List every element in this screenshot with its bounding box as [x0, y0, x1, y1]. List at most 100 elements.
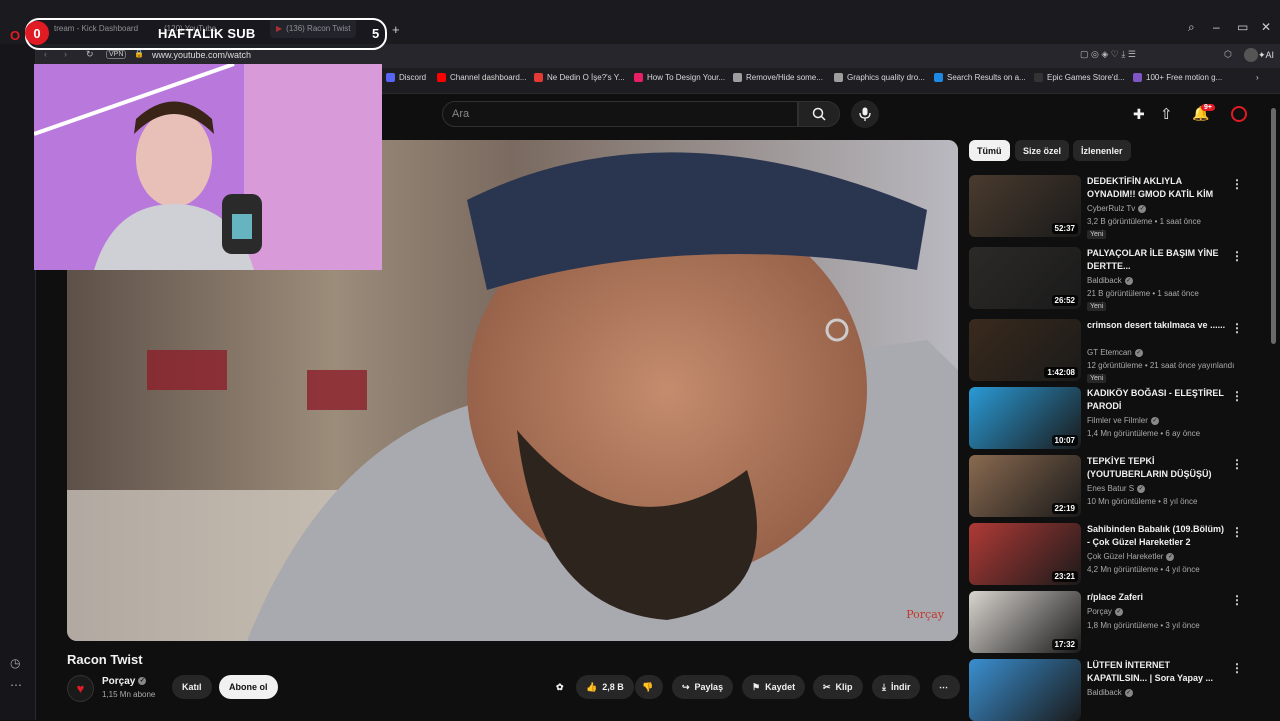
search-input[interactable]: [442, 101, 798, 127]
bookmark-item[interactable]: Epic Games Store'd...: [1034, 73, 1125, 82]
bookmarks-overflow-icon[interactable]: ›: [1256, 73, 1259, 82]
kebab-menu-icon[interactable]: ⋮: [1231, 321, 1243, 335]
reload-icon[interactable]: ↻: [86, 49, 94, 60]
bookmark-item[interactable]: Ne Dedin O İşe?'s Y...: [534, 73, 625, 82]
recommendation-channel[interactable]: Çok Güzel Hareketler ✓: [1087, 552, 1175, 561]
video-thumbnail[interactable]: [969, 659, 1081, 721]
forward-icon[interactable]: ›: [64, 49, 67, 59]
vpn-badge[interactable]: VPN: [106, 50, 127, 59]
like-button[interactable]: 👍 2,8 B: [576, 675, 634, 699]
recommendation-item[interactable]: 10:07 KADIKÖY BOĞASI - ELEŞTİREL PARODİ Fi…: [969, 387, 1249, 449]
more-actions-button[interactable]: ⋯: [932, 675, 960, 699]
video-duration: 26:52: [1051, 295, 1078, 306]
create-icon[interactable]: ✚: [1133, 106, 1145, 123]
channel-avatar[interactable]: ♥: [67, 675, 94, 702]
back-icon[interactable]: ‹: [44, 49, 47, 59]
chip-all[interactable]: Tümü: [969, 140, 1010, 161]
recommendation-channel[interactable]: Enes Batur S ✓: [1087, 484, 1146, 493]
chip-for-you[interactable]: Size özel: [1015, 140, 1070, 161]
bookmark-label: Remove/Hide some...: [746, 73, 823, 82]
recommendation-channel[interactable]: Porçay ✓: [1087, 607, 1123, 616]
clip-button[interactable]: ✂ Klip: [813, 675, 863, 699]
recommendation-channel[interactable]: GT Etemcan ✓: [1087, 348, 1143, 357]
opera-logo-icon[interactable]: O: [10, 28, 20, 43]
clip-label: Klip: [835, 682, 853, 692]
video-thumbnail[interactable]: 17:32: [969, 591, 1081, 653]
extensions-icon[interactable]: ⬡: [1224, 49, 1232, 60]
new-tab-button[interactable]: +: [392, 22, 400, 37]
video-duration: 1:42:08: [1044, 367, 1078, 378]
video-thumbnail[interactable]: 10:07: [969, 387, 1081, 449]
channel-name[interactable]: Porçay ✓: [102, 676, 147, 687]
subscribe-button[interactable]: Abone ol: [219, 675, 278, 699]
kebab-menu-icon[interactable]: ⋮: [1231, 457, 1243, 471]
verified-icon: ✓: [1114, 607, 1123, 616]
recommendation-channel[interactable]: CyberRulz Tv ✓: [1087, 204, 1147, 213]
recommendation-item[interactable]: 23:21 Sahibinden Babalık (109.Bölüm) - Ço…: [969, 523, 1249, 585]
maximize-button[interactable]: ▭: [1237, 20, 1248, 34]
recommendation-title[interactable]: PALYAÇOLAR İLE BAŞIM YİNE DERTTE...: [1087, 247, 1227, 273]
ai-button[interactable]: ✦AI: [1258, 50, 1274, 61]
video-thumbnail[interactable]: 1:42:08: [969, 319, 1081, 381]
voice-search-button[interactable]: [851, 100, 879, 128]
profile-avatar[interactable]: [1244, 48, 1258, 62]
video-thumbnail[interactable]: 52:37: [969, 175, 1081, 237]
download-button[interactable]: ⤓ İndir: [872, 675, 921, 699]
recommendation-channel[interactable]: Filmler ve Filmler ✓: [1087, 416, 1159, 425]
recommendation-meta: 12 görüntüleme • 21 saat önce yayınlandı: [1087, 361, 1235, 370]
bookmark-item[interactable]: How To Design Your...: [634, 73, 725, 82]
recommendation-meta: 3,2 B görüntüleme • 1 saat önce: [1087, 217, 1201, 226]
recommendation-title[interactable]: TEPKİYE TEPKİ (YOUTUBERLARIN DÜŞÜŞÜ): [1087, 455, 1227, 481]
minimize-button[interactable]: –: [1213, 20, 1220, 34]
browser-sidebar: ◷ ⋯: [0, 44, 36, 720]
recommendation-item[interactable]: 17:32 r/place Zaferi Porçay ✓ 1,8 Mn görüntü…: [969, 591, 1249, 653]
dislike-button[interactable]: 👎: [635, 675, 663, 699]
video-thumbnail[interactable]: 26:52: [969, 247, 1081, 309]
recommendation-title[interactable]: KADIKÖY BOĞASI - ELEŞTİREL PARODİ: [1087, 387, 1227, 413]
toolbar-icons[interactable]: ▢ ◎ ◈ ♡ ⤓ ☰: [1080, 49, 1136, 60]
recommendation-channel[interactable]: Baldiback ✓: [1087, 688, 1133, 697]
more-icon[interactable]: ⋯: [10, 678, 22, 692]
recommendation-title[interactable]: crimson desert takılmaca ve ......: [1087, 319, 1227, 332]
kebab-menu-icon[interactable]: ⋮: [1231, 593, 1243, 607]
kebab-menu-icon[interactable]: ⋮: [1231, 249, 1243, 263]
search-button[interactable]: [798, 101, 840, 127]
account-avatar[interactable]: [1231, 106, 1247, 122]
kebab-menu-icon[interactable]: ⋮: [1231, 661, 1243, 675]
url-field[interactable]: www.youtube.com/watch: [152, 50, 251, 60]
bookmark-item[interactable]: Channel dashboard...: [437, 73, 527, 82]
recommendation-channel[interactable]: Baldiback ✓: [1087, 276, 1133, 285]
bookmark-favicon-icon: [534, 73, 543, 82]
bookmark-item[interactable]: Remove/Hide some...: [733, 73, 823, 82]
bookmark-item[interactable]: Discord: [386, 73, 426, 82]
kebab-menu-icon[interactable]: ⋮: [1231, 389, 1243, 403]
share-button[interactable]: ↪ Paylaş: [672, 675, 734, 699]
save-button[interactable]: ⚑ Kaydet: [742, 675, 806, 699]
thumbs-up-icon: 👍: [586, 681, 598, 692]
recommendation-item[interactable]: LÜTFEN İNTERNET KAPATILSIN... | Sora Yap…: [969, 659, 1249, 721]
recommendation-item[interactable]: 22:19 TEPKİYE TEPKİ (YOUTUBERLARIN DÜŞÜŞÜ…: [969, 455, 1249, 517]
close-window-button[interactable]: ✕: [1261, 20, 1271, 34]
recommendation-item[interactable]: 1:42:08 crimson desert takılmaca ve .....…: [969, 319, 1249, 383]
recommendation-item[interactable]: 26:52 PALYAÇOLAR İLE BAŞIM YİNE DERTTE...…: [969, 247, 1249, 311]
history-icon[interactable]: ◷: [10, 656, 20, 670]
recommendation-item[interactable]: 52:37 DEDEKTİFİN AKLIYLA OYNADIM!! GMOD K…: [969, 175, 1249, 239]
upload-icon[interactable]: ⇧: [1160, 105, 1173, 123]
video-thumbnail[interactable]: 22:19: [969, 455, 1081, 517]
video-thumbnail[interactable]: 23:21: [969, 523, 1081, 585]
search-tabs-icon[interactable]: ⌕: [1188, 20, 1195, 35]
chip-watched[interactable]: İzlenenler: [1073, 140, 1131, 161]
recommendation-title[interactable]: LÜTFEN İNTERNET KAPATILSIN... | Sora Yap…: [1087, 659, 1227, 685]
kebab-menu-icon[interactable]: ⋮: [1231, 177, 1243, 191]
kebab-menu-icon[interactable]: ⋮: [1231, 525, 1243, 539]
recommendation-title[interactable]: r/place Zaferi: [1087, 591, 1227, 604]
join-button[interactable]: Katıl: [172, 675, 212, 699]
search-icon: [812, 107, 826, 121]
bookmark-item[interactable]: Graphics quality dro...: [834, 73, 925, 82]
recommendation-title[interactable]: DEDEKTİFİN AKLIYLA OYNADIM!! GMOD KATİL …: [1087, 175, 1227, 201]
bookmark-item[interactable]: Search Results on a...: [934, 73, 1026, 82]
scrollbar[interactable]: [1271, 108, 1276, 344]
recommendation-title[interactable]: Sahibinden Babalık (109.Bölüm) - Çok Güz…: [1087, 523, 1227, 549]
sub-count-badge: 0: [25, 21, 49, 45]
bookmark-item[interactable]: 100+ Free motion g...: [1133, 73, 1222, 82]
